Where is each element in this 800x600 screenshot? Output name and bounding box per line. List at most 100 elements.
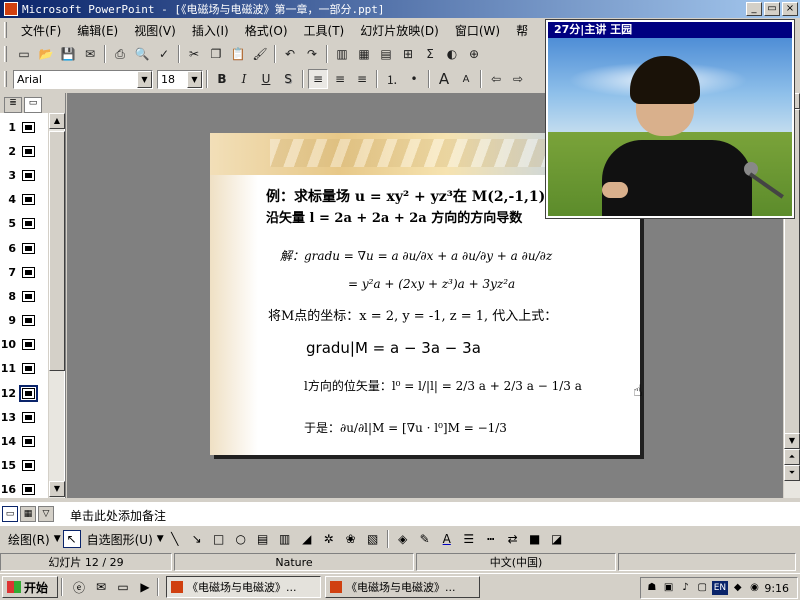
picture-icon[interactable]: ▧ xyxy=(364,530,382,548)
italic-button[interactable]: I xyxy=(234,69,254,89)
diagram-icon[interactable]: ✲ xyxy=(320,530,338,548)
normal-view-icon[interactable]: ▭ xyxy=(2,506,18,522)
previous-slide-icon[interactable]: ⏶ xyxy=(784,449,800,465)
slide-list-item[interactable]: 7 xyxy=(0,260,48,284)
email-icon[interactable]: ✉ xyxy=(80,44,100,64)
textbox-icon[interactable]: ▤ xyxy=(254,530,272,548)
close-button[interactable]: × xyxy=(782,2,798,16)
slides-pane-scrollbar[interactable]: ▲ ▼ xyxy=(48,113,65,498)
line-icon[interactable]: ╲ xyxy=(166,530,184,548)
menu-file[interactable]: 文件(F) xyxy=(13,22,69,39)
slide-list-item[interactable]: 8 xyxy=(0,284,48,308)
font-size-combo[interactable]: 18 ▼ xyxy=(157,69,203,89)
show-desktop-icon[interactable]: ▭ xyxy=(114,578,132,596)
chevron-down-icon[interactable]: ▼ xyxy=(187,70,202,88)
font-color-icon[interactable]: A xyxy=(438,530,456,548)
slide-title-line-1[interactable]: 例：求标量场 u = xy² + yz³在 M(2,-1,1)处 xyxy=(266,186,559,206)
copy-icon[interactable]: ❐ xyxy=(206,44,226,64)
vertical-textbox-icon[interactable]: ▥ xyxy=(276,530,294,548)
slide-list-item[interactable]: 4 xyxy=(0,188,48,212)
slideshow-view-icon[interactable]: ▽ xyxy=(38,506,54,522)
media-player-icon[interactable]: ▶ xyxy=(136,578,154,596)
arrow-style-icon[interactable]: ⇄ xyxy=(504,530,522,548)
outline-tab-icon[interactable]: ≣ xyxy=(4,97,22,113)
slide-gradient-result[interactable]: gradu|M = a − 3a − 3a xyxy=(306,339,481,357)
start-button[interactable]: 开始 xyxy=(2,576,58,598)
slide-solution-line-1[interactable]: 解：gradu = ∇u = a ∂u/∂x + a ∂u/∂y + a ∂u/… xyxy=(280,247,552,264)
fill-color-icon[interactable]: ◈ xyxy=(394,530,412,548)
sigma-icon[interactable]: Σ xyxy=(420,44,440,64)
word-table-icon[interactable]: ⊞ xyxy=(398,44,418,64)
arrow-icon[interactable]: ↘ xyxy=(188,530,206,548)
print-icon[interactable]: ⎙ xyxy=(110,44,130,64)
save-icon[interactable]: 💾 xyxy=(58,44,78,64)
font-name-combo[interactable]: Arial ▼ xyxy=(13,69,153,89)
align-center-icon[interactable]: ≡ xyxy=(330,69,350,89)
decrease-font-icon[interactable]: A xyxy=(456,69,476,89)
antivirus-icon[interactable]: ◆ xyxy=(731,581,745,595)
redo-icon[interactable]: ↷ xyxy=(302,44,322,64)
slide-list-item[interactable]: 9 xyxy=(0,309,48,333)
minimize-button[interactable]: _ xyxy=(746,2,762,16)
print-preview-icon[interactable]: 🔍 xyxy=(132,44,152,64)
slide-list-item[interactable]: 1 xyxy=(0,115,48,139)
rectangle-icon[interactable]: □ xyxy=(210,530,228,548)
dash-style-icon[interactable]: ┅ xyxy=(482,530,500,548)
scroll-thumb[interactable] xyxy=(49,131,65,371)
notes-placeholder[interactable]: 单击此处添加备注 xyxy=(70,507,166,524)
restore-button[interactable]: ▭ xyxy=(764,2,780,16)
slide-list-item[interactable]: 16 xyxy=(0,478,48,502)
slide-list-item[interactable]: 11 xyxy=(0,357,48,381)
menu-window[interactable]: 窗口(W) xyxy=(447,22,508,39)
slide-list-item[interactable]: 14 xyxy=(0,429,48,453)
shadow-button[interactable]: S xyxy=(278,69,298,89)
slide-list-item[interactable]: 6 xyxy=(0,236,48,260)
network-icon[interactable]: ☗ xyxy=(645,581,659,595)
taskbar-item-presentation[interactable]: 《电磁场与电磁波》... xyxy=(325,576,480,598)
chevron-down-icon[interactable]: ▼ xyxy=(157,534,164,544)
chart-icon[interactable]: ▥ xyxy=(332,44,352,64)
align-right-icon[interactable]: ≡ xyxy=(352,69,372,89)
menu-grip[interactable] xyxy=(4,22,7,38)
slide-list-item-current[interactable]: 12 xyxy=(0,381,48,405)
menu-help[interactable]: 帮 xyxy=(508,22,536,39)
menu-format[interactable]: 格式(O) xyxy=(237,22,296,39)
autoshapes-button[interactable]: 自选图形(U) xyxy=(83,531,157,548)
slide-list-item[interactable]: 15 xyxy=(0,454,48,478)
numbering-icon[interactable]: ⒈ xyxy=(382,69,402,89)
tables-borders-icon[interactable]: ▤ xyxy=(376,44,396,64)
volume-icon[interactable]: ◉ xyxy=(748,581,762,595)
bold-button[interactable]: B xyxy=(212,69,232,89)
paste-icon[interactable]: 📋 xyxy=(228,44,248,64)
slide-final-result[interactable]: 于是：∂u/∂l|M = [∇u · l⁰]M = −1/3 xyxy=(304,419,507,436)
scroll-down-icon[interactable]: ▼ xyxy=(49,481,65,497)
slide-sorter-icon[interactable]: ▦ xyxy=(20,506,36,522)
draw-menu-button[interactable]: 绘图(R) xyxy=(4,531,54,548)
toolbar-grip[interactable] xyxy=(4,46,7,62)
slide-list-item[interactable]: 10 xyxy=(0,333,48,357)
bullets-icon[interactable]: • xyxy=(404,69,424,89)
new-icon[interactable]: ▭ xyxy=(14,44,34,64)
select-arrow-icon[interactable]: ↖ xyxy=(62,530,81,548)
slide-solution-line-2[interactable]: = y²a + (2xy + z³)a + 3yz²a xyxy=(348,277,515,291)
slide-title-line-2[interactable]: 沿矢量 l = 2a + 2a + 2a 方向的方向导数 xyxy=(266,207,522,226)
line-color-icon[interactable]: ✎ xyxy=(416,530,434,548)
outlook-icon[interactable]: ✉ xyxy=(92,578,110,596)
align-left-icon[interactable]: ≡ xyxy=(308,69,328,89)
monitor-icon[interactable]: ▢ xyxy=(695,581,709,595)
next-slide-icon[interactable]: ⏷ xyxy=(784,465,800,481)
demote-icon[interactable]: ⇨ xyxy=(508,69,528,89)
speaker-icon[interactable]: ♪ xyxy=(679,581,693,595)
underline-button[interactable]: U xyxy=(256,69,276,89)
line-style-icon[interactable]: ☰ xyxy=(460,530,478,548)
open-icon[interactable]: 📂 xyxy=(36,44,56,64)
increase-font-icon[interactable]: A xyxy=(434,69,454,89)
chevron-down-icon[interactable]: ▼ xyxy=(137,70,152,88)
taskbar-item-powerpoint[interactable]: 《电磁场与电磁波》... xyxy=(166,576,321,598)
shadow-style-icon[interactable]: ■ xyxy=(526,530,544,548)
scroll-up-icon[interactable]: ▲ xyxy=(49,113,65,129)
format-painter-icon[interactable]: 🖌 xyxy=(250,44,270,64)
powerpoint-app-icon[interactable] xyxy=(4,2,18,16)
table-icon[interactable]: ▦ xyxy=(354,44,374,64)
chevron-down-icon[interactable]: ▼ xyxy=(54,534,61,544)
